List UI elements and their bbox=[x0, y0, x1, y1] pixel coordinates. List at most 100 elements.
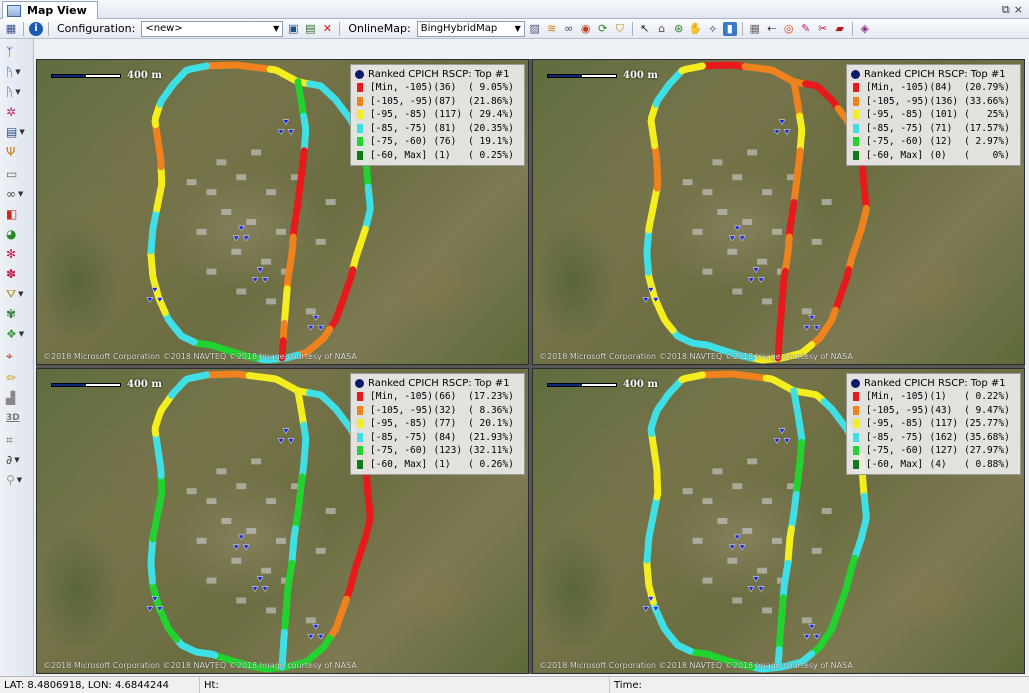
tools-icon[interactable]: ✂ bbox=[816, 22, 830, 36]
globe-icon[interactable]: ◉ bbox=[579, 22, 593, 36]
overlay-icon[interactable]: ∞ ▼ bbox=[6, 185, 28, 203]
neighbor-icon[interactable]: ◧ bbox=[6, 205, 28, 223]
interference-icon[interactable]: ✻ bbox=[6, 245, 28, 263]
map-view-tab[interactable]: Map View bbox=[2, 1, 98, 19]
map-panel-1[interactable]: 400 m ©2018 Microsoft Corporation ©2018 N… bbox=[36, 59, 529, 365]
legend-bullet-icon bbox=[851, 69, 860, 79]
target-icon[interactable]: ⊛ bbox=[672, 22, 686, 36]
configuration-select[interactable]: <new> ▼ bbox=[141, 20, 284, 37]
online-map-select[interactable]: BingHybridMap ▼ bbox=[416, 20, 525, 37]
cell-site-icon[interactable] bbox=[232, 534, 250, 551]
cell-site-icon[interactable] bbox=[803, 315, 821, 331]
info-icon[interactable]: i bbox=[29, 21, 43, 36]
3d-view-icon[interactable]: 3D bbox=[6, 409, 28, 427]
profile-icon[interactable]: ▟ bbox=[6, 389, 28, 407]
refresh-icon[interactable]: ⟳ bbox=[596, 22, 610, 36]
legend-count: (0) bbox=[929, 149, 947, 161]
cell-site-icon[interactable] bbox=[728, 225, 746, 242]
building-shape bbox=[811, 238, 822, 245]
map-image-icon[interactable]: ▨ bbox=[528, 22, 542, 36]
fit-view-icon[interactable]: ⌗ bbox=[6, 431, 28, 449]
legend-header: Ranked CPICH RSCP: Top #1 bbox=[851, 376, 1016, 390]
cell-site-icon[interactable] bbox=[747, 267, 765, 284]
coverage-icon[interactable]: ◕ bbox=[6, 225, 28, 243]
legend-row: [-85, -75) (162) (35.68%) bbox=[851, 431, 1016, 445]
chevron-down-icon: ▼ bbox=[514, 24, 521, 33]
cell-site-icon[interactable] bbox=[803, 624, 821, 640]
color-picker-icon[interactable]: ◎ bbox=[782, 22, 796, 36]
building-shape bbox=[762, 189, 773, 196]
scale-bar: 400 m bbox=[51, 70, 162, 81]
signal-icon[interactable]: ⛛ ▼ bbox=[6, 285, 28, 303]
close-icon[interactable]: × bbox=[1014, 3, 1023, 17]
delete-icon[interactable]: ✕ bbox=[320, 22, 334, 36]
table-icon[interactable]: ▭ bbox=[6, 165, 28, 183]
report-icon[interactable]: ▤ ▼ bbox=[6, 123, 28, 141]
save-icon[interactable]: ▣ bbox=[286, 22, 300, 36]
building-shape bbox=[682, 488, 693, 495]
scale-bar-label: 400 m bbox=[623, 379, 658, 390]
cell-site-icon[interactable] bbox=[747, 576, 765, 593]
export-icon[interactable]: ▰ bbox=[833, 22, 847, 36]
cell-site-icon[interactable] bbox=[307, 624, 325, 640]
settings-icon[interactable]: ◈ bbox=[858, 22, 872, 36]
map-legend[interactable]: Ranked CPICH RSCP: Top #1 [Min, -105) (1)(… bbox=[846, 373, 1021, 475]
legend-color-swatch bbox=[357, 137, 363, 147]
chart-icon[interactable]: ▮ bbox=[722, 21, 737, 36]
cell-site-icon[interactable] bbox=[232, 225, 250, 242]
map-legend[interactable]: Ranked CPICH RSCP: Top #1 [Min, -105) (66)… bbox=[350, 373, 525, 475]
legend-count: (4) bbox=[929, 458, 947, 470]
cell-site-icon[interactable] bbox=[773, 428, 791, 444]
save-as-icon[interactable]: ▤ bbox=[303, 22, 317, 36]
legend-row: [Min, -105) (36) ( 9.05%) bbox=[355, 81, 520, 95]
legend-percent: (21.93%) bbox=[468, 431, 514, 443]
track-icon[interactable]: ∂ ▼ bbox=[6, 451, 28, 469]
pilot-icon[interactable]: ✾ bbox=[6, 305, 28, 323]
select-pointer-icon[interactable]: ↖ bbox=[638, 22, 652, 36]
legend-color-swatch bbox=[853, 137, 859, 147]
legend-count: (136) bbox=[929, 95, 959, 107]
map-legend[interactable]: Ranked CPICH RSCP: Top #1 [Min, -105) (84)… bbox=[846, 64, 1021, 166]
drive-route-3-icon[interactable]: ᚤ ▼ bbox=[6, 83, 28, 101]
analysis-icon[interactable]: ❖ ▼ bbox=[6, 325, 28, 343]
route-icon[interactable]: ✎ bbox=[799, 22, 813, 36]
cell-site-icon[interactable] bbox=[251, 267, 269, 284]
measure-icon[interactable]: ✏ bbox=[6, 369, 28, 387]
grid-icon[interactable]: ▦ bbox=[748, 22, 762, 36]
cell-site-icon[interactable] bbox=[307, 315, 325, 331]
legend-percent: ( 25%) bbox=[964, 109, 1010, 121]
map-legend[interactable]: Ranked CPICH RSCP: Top #1 [Min, -105) (36)… bbox=[350, 64, 525, 166]
map-panel-3[interactable]: 400 m ©2018 Microsoft Corporation ©2018 N… bbox=[36, 368, 529, 674]
map-panel-4[interactable]: 400 m ©2018 Microsoft Corporation ©2018 N… bbox=[532, 368, 1025, 674]
legend-range: [-95, -85) bbox=[370, 418, 428, 430]
grid-layout-icon[interactable]: ▦ bbox=[4, 22, 18, 36]
layers-icon[interactable]: ≋ bbox=[545, 22, 559, 36]
legend-count: (12) bbox=[929, 136, 953, 148]
map-area[interactable]: 400 m ©2018 Microsoft Corporation ©2018 N… bbox=[36, 59, 1025, 674]
ruler-icon[interactable]: ⟡ bbox=[706, 22, 720, 36]
cell-site-icon[interactable]: ✲ bbox=[6, 103, 28, 121]
drive-route-icon[interactable]: ᛉ bbox=[6, 43, 28, 61]
crosshair-icon[interactable]: ⌖ bbox=[6, 347, 28, 365]
antenna-icon[interactable]: Ψ bbox=[6, 143, 28, 161]
cell-site-icon[interactable] bbox=[277, 428, 295, 444]
handover-icon[interactable]: ✽ bbox=[6, 265, 28, 283]
pan-hand-icon[interactable]: ✋ bbox=[689, 22, 703, 36]
pin-icon[interactable]: ⚲ ▼ bbox=[6, 471, 28, 489]
link-icon[interactable]: ∞ bbox=[562, 22, 576, 36]
arrow-tool-icon[interactable]: ⇠ bbox=[765, 22, 779, 36]
restore-icon[interactable]: ⧉ bbox=[1002, 3, 1010, 17]
cell-site-icon[interactable] bbox=[728, 534, 746, 551]
building-shape bbox=[266, 189, 277, 196]
filter-icon[interactable]: ⛉ bbox=[613, 22, 627, 36]
status-time: Time: bbox=[614, 679, 642, 691]
map-panel-2[interactable]: 400 m ©2018 Microsoft Corporation ©2018 N… bbox=[532, 59, 1025, 365]
cell-site-icon[interactable] bbox=[251, 576, 269, 593]
drive-route-2-icon[interactable]: ᚤ ▼ bbox=[6, 63, 28, 81]
home-icon[interactable]: ⌂ bbox=[655, 22, 669, 36]
building-shape bbox=[216, 468, 227, 475]
cell-site-icon[interactable] bbox=[277, 119, 295, 135]
building-shape bbox=[811, 547, 822, 554]
cell-site-icon[interactable] bbox=[773, 119, 791, 135]
building-shape bbox=[747, 149, 758, 156]
